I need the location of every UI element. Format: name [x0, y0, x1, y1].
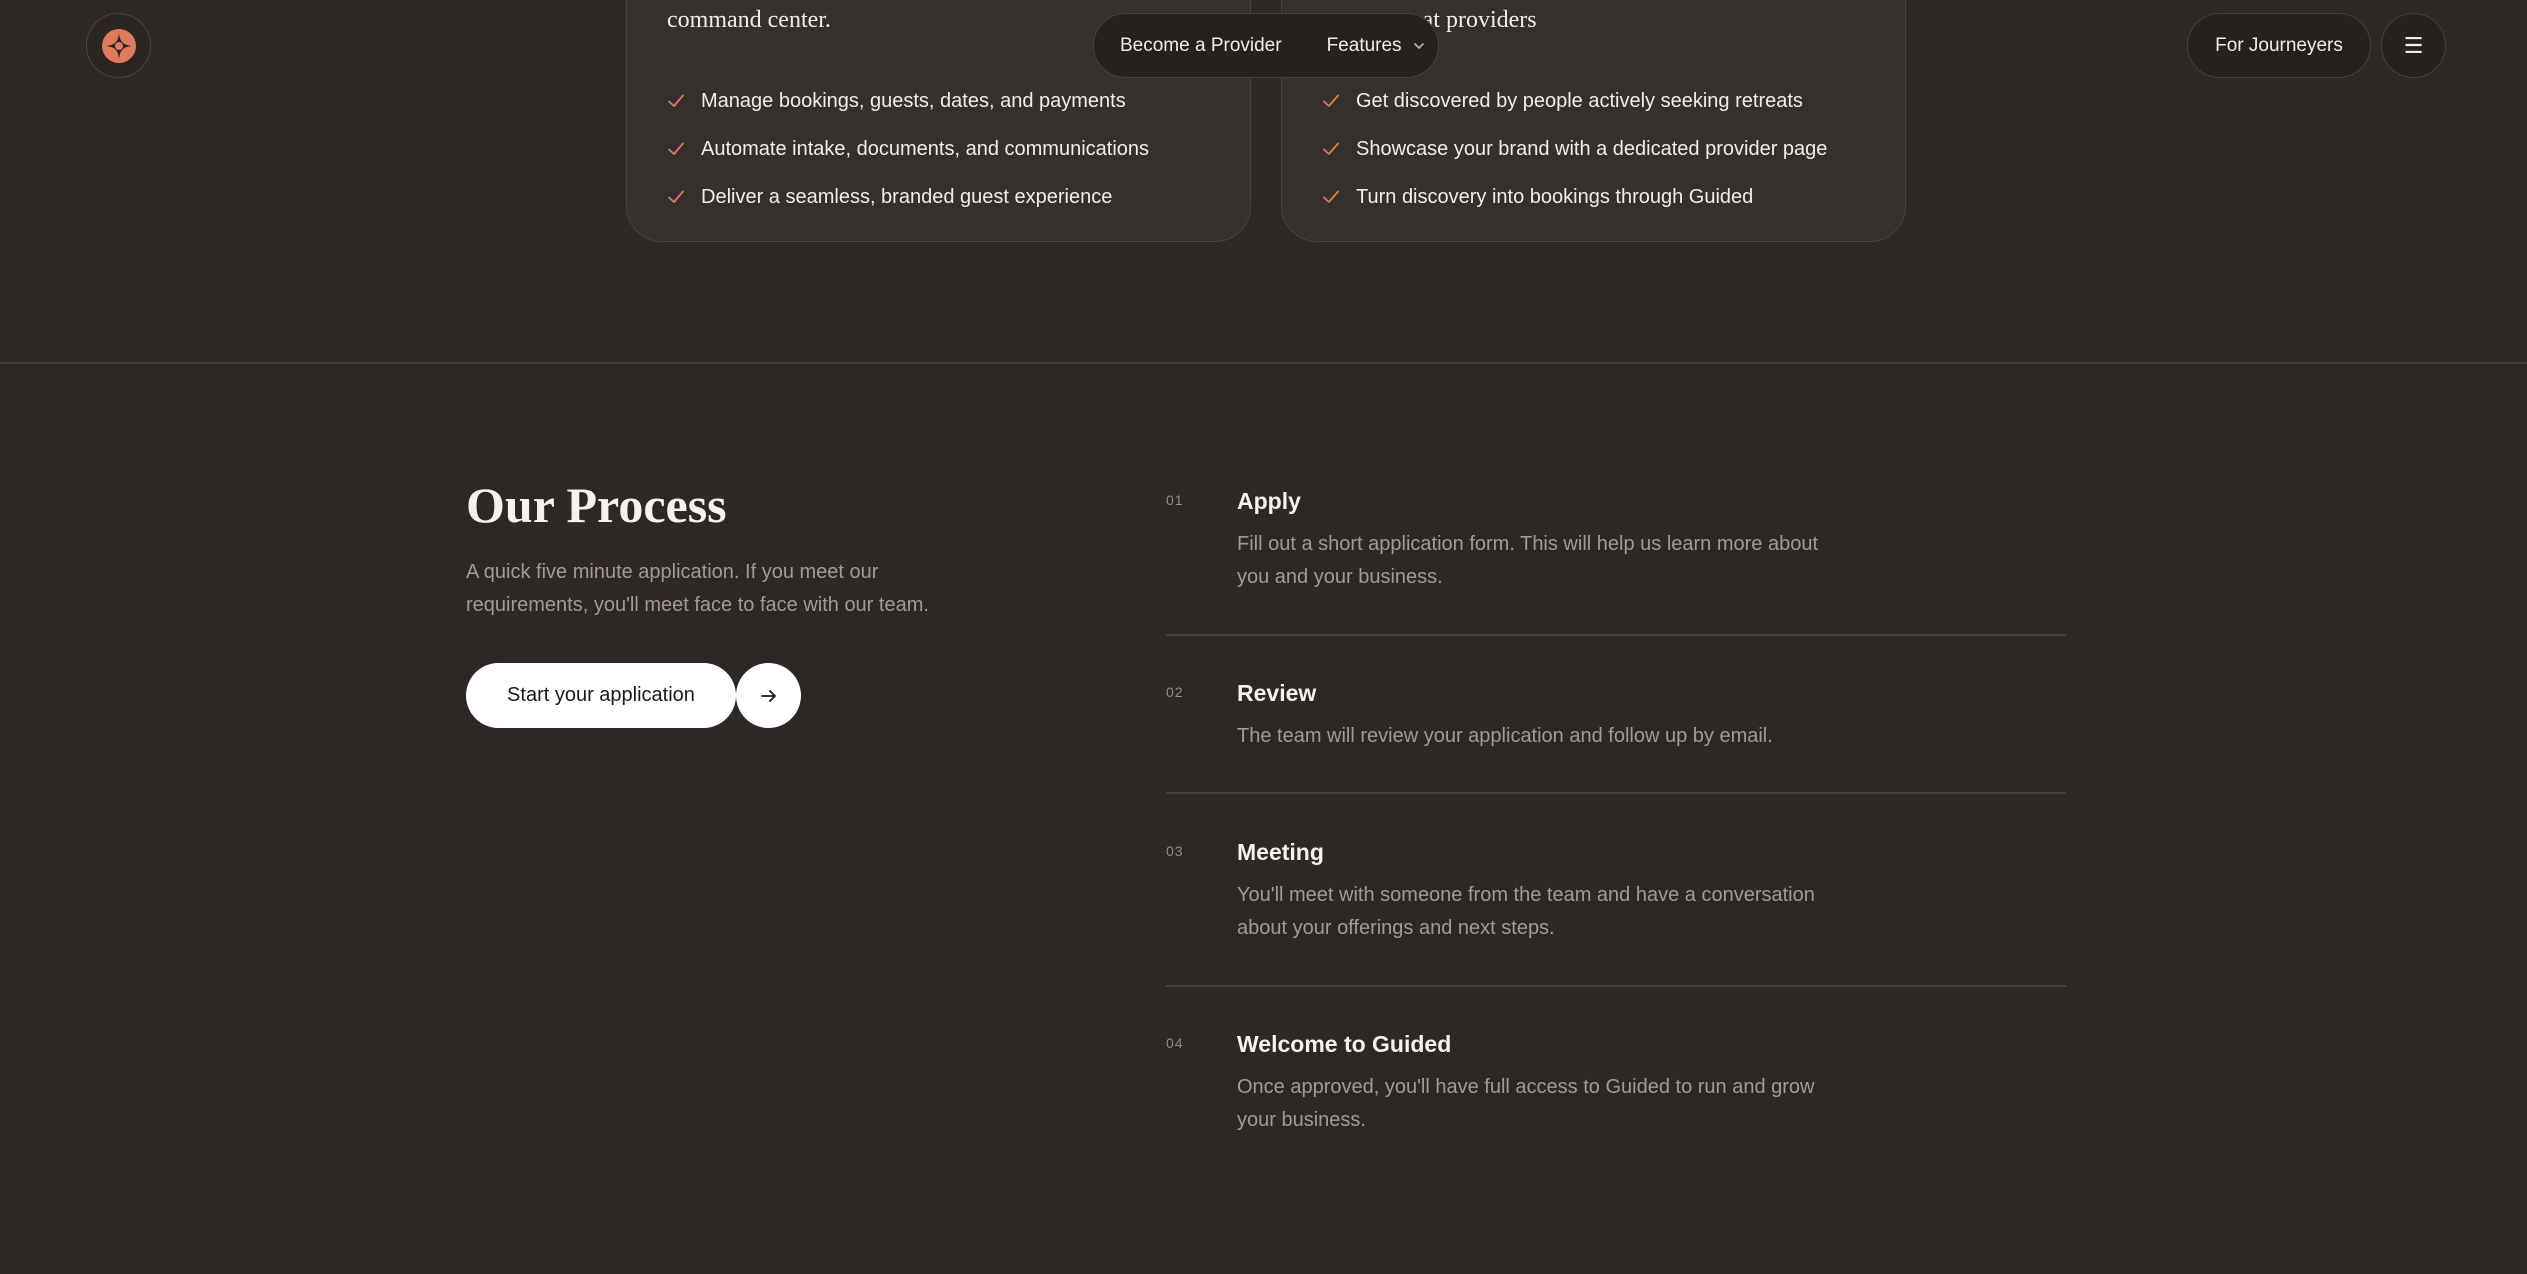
compass-star-icon — [101, 28, 136, 63]
list-item: Deliver a seamless, branded guest experi… — [667, 173, 1149, 221]
card-heading: command center. — [667, 7, 831, 33]
nav-features[interactable]: Features — [1327, 35, 1426, 57]
card-list: Manage bookings, guests, dates, and paym… — [667, 77, 1149, 221]
check-icon — [668, 94, 684, 107]
card-list: Get discovered by people actively seekin… — [1322, 77, 1827, 221]
check-icon — [668, 142, 684, 155]
step-number: 01 — [1166, 492, 1184, 508]
step-title: Meeting — [1237, 839, 1324, 865]
list-item-label: Turn discovery into bookings through Gui… — [1356, 185, 1754, 208]
step-description: Once approved, you'll have full access t… — [1237, 1076, 1815, 1131]
step-description: You'll meet with someone from the team a… — [1237, 884, 1815, 939]
section-divider — [0, 362, 2527, 364]
nav-become-provider[interactable]: Become a Provider — [1120, 35, 1282, 57]
list-item-label: Automate intake, documents, and communic… — [701, 137, 1150, 160]
check-icon — [1323, 190, 1339, 203]
chevron-down-icon — [1413, 42, 1424, 49]
step-divider — [1166, 634, 2066, 636]
list-item-label: Showcase your brand with a dedicated pro… — [1356, 137, 1828, 160]
process-description: A quick five minute application. If you … — [466, 561, 929, 616]
list-item: Showcase your brand with a dedicated pro… — [1322, 125, 1827, 173]
step-divider — [1166, 985, 2066, 987]
step-title: Apply — [1237, 488, 1301, 514]
list-item: Manage bookings, guests, dates, and paym… — [667, 77, 1149, 125]
list-item-label: Manage bookings, guests, dates, and paym… — [701, 89, 1126, 112]
page: command center. Manage bookings, guests,… — [0, 0, 2527, 1274]
list-item-label: Deliver a seamless, branded guest experi… — [701, 185, 1113, 208]
logo-button[interactable] — [86, 13, 151, 78]
step-title: Review — [1237, 680, 1317, 706]
arrow-right-icon — [760, 689, 776, 702]
step-number: 04 — [1166, 1035, 1184, 1051]
step-description: Fill out a short application form. This … — [1237, 533, 1819, 588]
hamburger-icon: ☰ — [2403, 32, 2424, 58]
step-title: Welcome to Guided — [1237, 1031, 1452, 1057]
start-application-arrow-button[interactable] — [736, 663, 801, 728]
step-number: 03 — [1166, 843, 1184, 859]
list-item: Get discovered by people actively seekin… — [1322, 77, 1827, 125]
process-title: Our Process — [466, 477, 727, 533]
check-icon — [1323, 142, 1339, 155]
step-number: 02 — [1166, 684, 1184, 700]
start-application-button[interactable]: Start your application — [466, 663, 736, 728]
for-journeyers-button[interactable]: For Journeyers — [2187, 13, 2371, 78]
check-icon — [668, 190, 684, 203]
step-description: The team will review your application an… — [1237, 725, 1773, 747]
list-item: Turn discovery into bookings through Gui… — [1322, 173, 1827, 221]
main-nav: Become a Provider Features — [1093, 13, 1439, 78]
menu-button[interactable]: ☰ — [2381, 13, 2446, 78]
list-item-label: Get discovered by people actively seekin… — [1356, 89, 1803, 112]
check-icon — [1323, 94, 1339, 107]
nav-features-label: Features — [1326, 34, 1402, 56]
list-item: Automate intake, documents, and communic… — [667, 125, 1149, 173]
step-divider — [1166, 792, 2066, 794]
